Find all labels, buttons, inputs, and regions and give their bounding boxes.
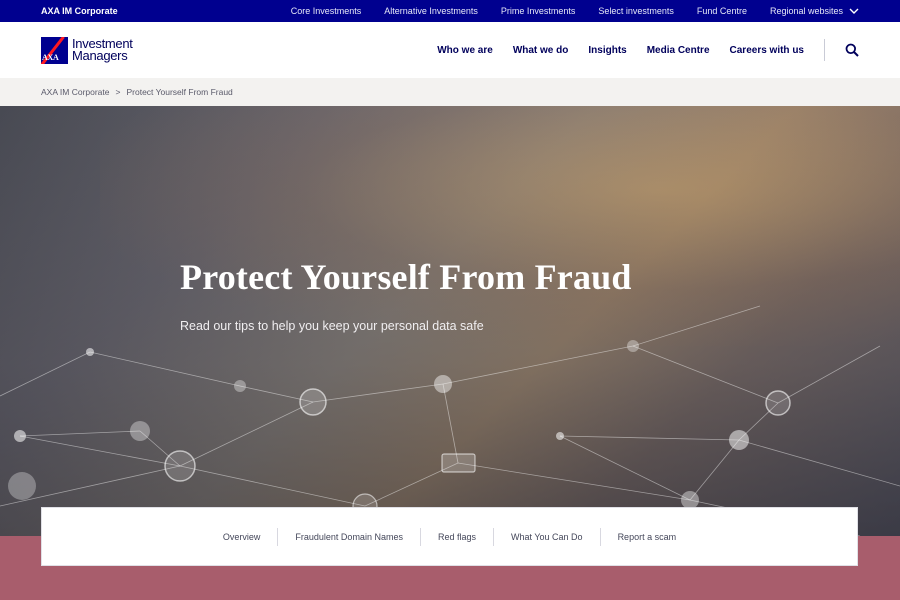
link-fund-centre[interactable]: Fund Centre [697,6,747,16]
nav-divider [824,39,825,61]
anchor-what-you-can-do[interactable]: What You Can Do [494,532,600,542]
anchor-overview[interactable]: Overview [206,532,278,542]
axa-im-logo[interactable]: AXA Investment Managers [41,36,133,64]
main-header: AXA Investment Managers Who we are What … [0,22,900,78]
regional-websites-dropdown[interactable]: Regional websites [770,6,859,16]
link-core-investments[interactable]: Core Investments [291,6,362,16]
link-alternative-investments[interactable]: Alternative Investments [384,6,478,16]
logo-mark-text: AXA [42,52,59,62]
anchor-red-flags[interactable]: Red flags [421,532,493,542]
breadcrumb-current: Protect Yourself From Fraud [126,87,233,97]
nav-careers-with-us[interactable]: Careers with us [730,45,804,56]
hero-banner: Protect Yourself From Fraud Read our tip… [0,106,900,536]
nav-who-we-are[interactable]: Who we are [437,45,493,56]
breadcrumb-home[interactable]: AXA IM Corporate [41,87,110,97]
regional-websites-label: Regional websites [769,6,843,16]
chevron-down-icon [849,8,859,14]
corporate-link[interactable]: AXA IM Corporate [41,6,118,16]
nav-what-we-do[interactable]: What we do [513,45,569,56]
anchor-nav: Overview Fraudulent Domain Names Red fla… [41,507,858,566]
top-utility-bar: AXA IM Corporate Core Investments Altern… [0,0,900,22]
nav-media-centre[interactable]: Media Centre [647,45,710,56]
main-nav: Who we are What we do Insights Media Cen… [417,22,859,78]
logo-line-2: Managers [72,48,128,63]
breadcrumb-separator: > [115,87,121,97]
hero-title: Protect Yourself From Fraud [180,257,632,297]
hero-subtitle: Read our tips to help you keep your pers… [180,319,484,333]
anchor-fraudulent-domain-names[interactable]: Fraudulent Domain Names [278,532,420,542]
breadcrumb: AXA IM Corporate > Protect Yourself From… [0,78,900,106]
logo-wordmark: Investment Managers [72,37,133,63]
link-select-investments[interactable]: Select investments [598,6,674,16]
axa-logo-mark: AXA [41,36,68,64]
anchor-report-a-scam[interactable]: Report a scam [601,532,694,542]
nav-insights[interactable]: Insights [588,45,626,56]
utility-links: Core Investments Alternative Investments… [268,0,859,22]
link-prime-investments[interactable]: Prime Investments [501,6,576,16]
search-icon[interactable] [845,43,859,57]
